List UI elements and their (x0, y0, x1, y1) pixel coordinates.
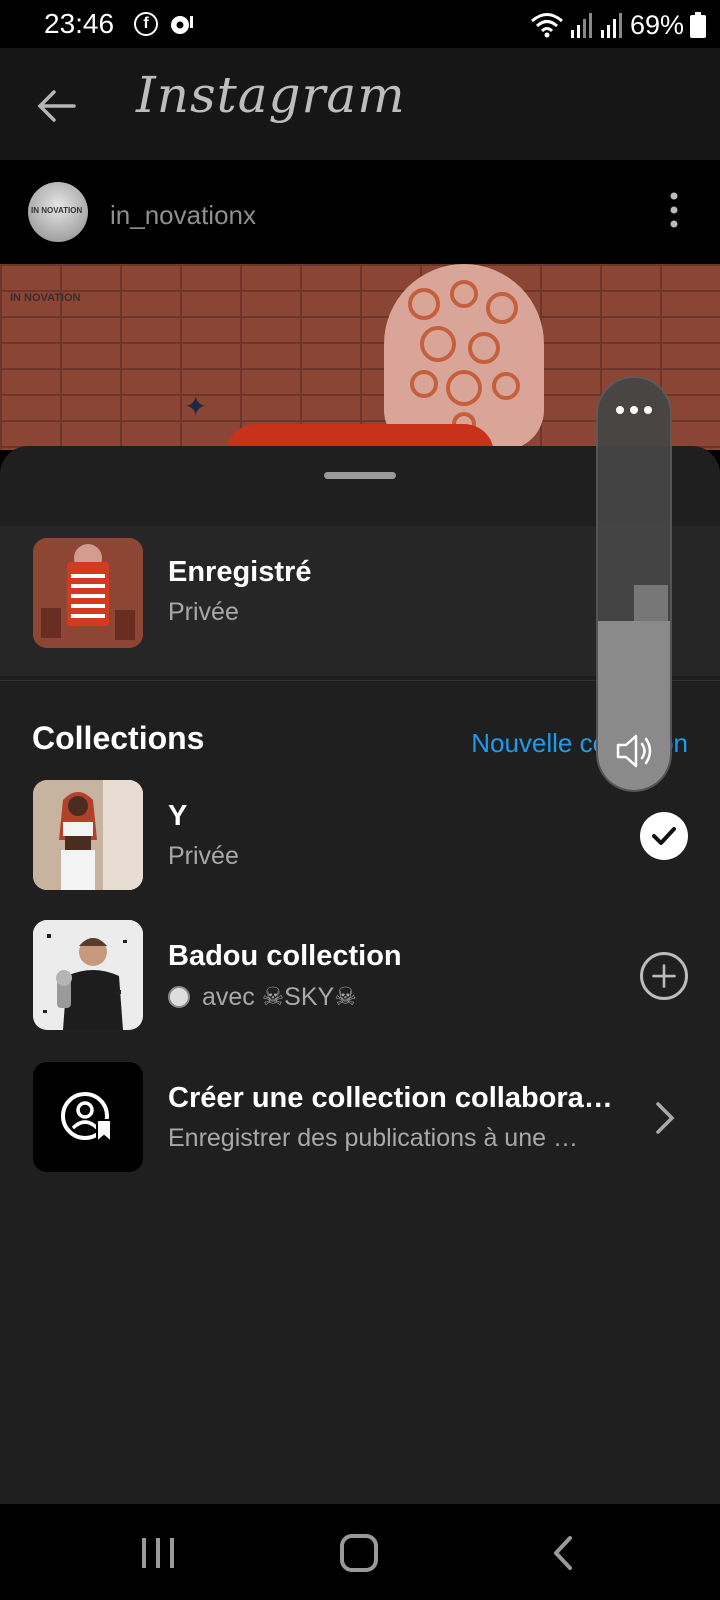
collab-user-bookmark-icon (61, 1092, 112, 1145)
recents-icon[interactable] (140, 1536, 176, 1570)
post-header: IN NOVATION in_novationx (0, 160, 720, 264)
arrow-left-icon[interactable] (32, 82, 80, 130)
collection-thumbnail (33, 780, 143, 890)
collab-collection-icon-tile (33, 1062, 143, 1172)
collection-subtitle: Privée (168, 842, 239, 870)
status-icons: 69% (530, 10, 706, 40)
app-notification-icon (171, 16, 193, 34)
home-icon[interactable] (340, 1534, 378, 1572)
avatar[interactable]: IN NOVATION (28, 182, 88, 242)
wifi-icon (530, 13, 563, 38)
more-dots-icon[interactable] (614, 404, 654, 416)
collections-heading: Collections (32, 720, 205, 756)
bulb-illustration (384, 264, 544, 450)
vertical-dots-icon[interactable] (670, 192, 678, 228)
battery-icon (690, 12, 706, 38)
system-nav-bar (0, 1504, 720, 1600)
volume-slider-handle[interactable] (634, 585, 668, 621)
sparkle-icon: ✦ (184, 391, 208, 422)
create-collab-collection-row[interactable]: Créer une collection collabora… Enregist… (0, 1062, 720, 1174)
collection-row[interactable]: Badou collection avec ☠SKY☠ (0, 920, 720, 1032)
facebook-icon: f (134, 12, 158, 36)
sheet-drag-handle[interactable] (324, 472, 396, 479)
status-time: 23:46 (44, 8, 115, 39)
checked-icon[interactable] (640, 812, 688, 860)
post-watermark: IN NOVATION (10, 292, 81, 304)
collection-thumbnail (33, 920, 143, 1030)
volume-slider[interactable] (598, 378, 670, 790)
add-circle-icon[interactable] (640, 952, 688, 1000)
post-username[interactable]: in_novationx (110, 200, 256, 231)
collaborator-text: avec ☠SKY☠ (202, 983, 357, 1011)
saved-thumbnail (33, 538, 143, 648)
signal-icon (600, 13, 622, 38)
avatar-logo-text: IN NOVATION (31, 206, 83, 215)
collection-title: Badou collection (168, 940, 402, 972)
instagram-logo: Instagram (136, 66, 406, 124)
signal-icon (570, 13, 592, 38)
chevron-right-icon[interactable] (644, 1098, 684, 1138)
collection-title: Y (168, 800, 188, 832)
collection-row[interactable]: Y Privée (0, 780, 720, 892)
app-header: Instagram (0, 48, 720, 160)
collection-subtitle: avec ☠SKY☠ (168, 982, 357, 1012)
collaborator-avatar (168, 986, 190, 1008)
saved-title: Enregistré (168, 556, 312, 588)
back-icon[interactable] (548, 1534, 578, 1572)
speaker-icon[interactable] (614, 730, 656, 772)
saved-subtitle: Privée (168, 598, 239, 626)
status-bar: 23:46 f 69% (0, 0, 720, 48)
collection-title: Créer une collection collabora… (168, 1082, 613, 1114)
collection-subtitle: Enregistrer des publications à une … (168, 1124, 578, 1152)
battery-percentage: 69% (629, 9, 684, 40)
